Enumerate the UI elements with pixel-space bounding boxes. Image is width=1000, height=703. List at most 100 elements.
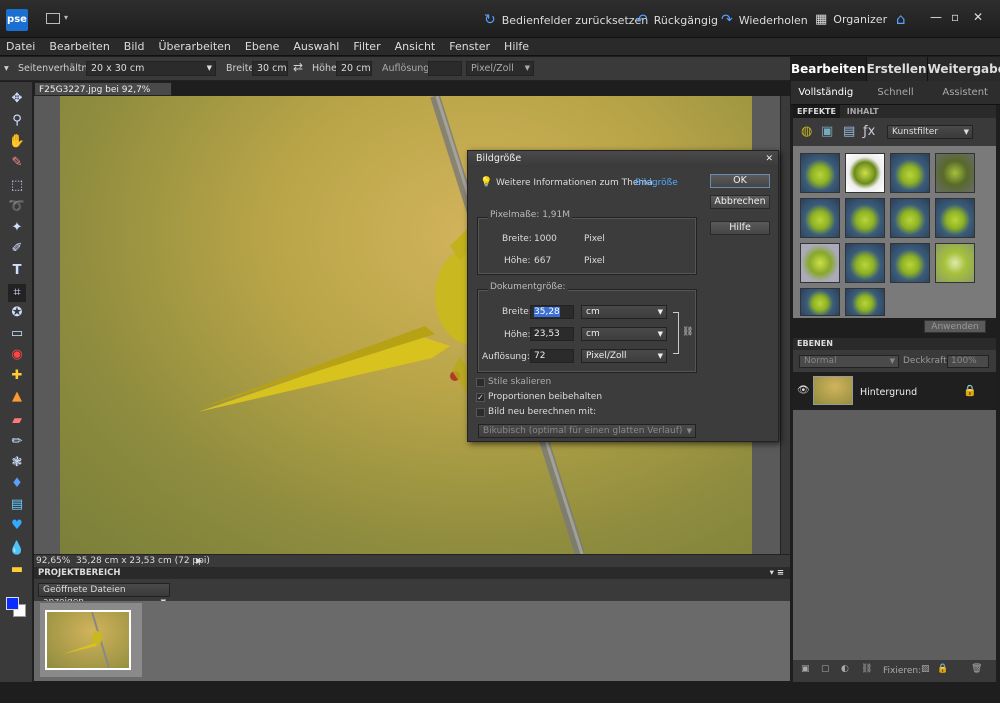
- cookie-cutter-icon[interactable]: ✪: [8, 304, 26, 322]
- menu-item-bild[interactable]: Bild: [124, 40, 145, 53]
- zoom-tool-icon[interactable]: ⚲: [8, 112, 26, 130]
- paint-bucket-icon[interactable]: ♦: [8, 475, 26, 493]
- ok-button[interactable]: OK: [710, 174, 770, 188]
- minimize-icon[interactable]: —: [930, 10, 942, 24]
- project-filter-select[interactable]: Geöffnete Dateien anzeigen ▼: [38, 583, 170, 607]
- apply-effect-button[interactable]: Anwenden: [924, 320, 986, 333]
- move-tool-icon[interactable]: ✥: [8, 90, 26, 108]
- effect-thumbnail[interactable]: [800, 288, 840, 316]
- resolution-input[interactable]: [428, 61, 462, 76]
- eyedropper-tool-icon[interactable]: ✎: [8, 154, 26, 172]
- constrain-proportions-checkbox[interactable]: ✓: [476, 393, 485, 402]
- layer-row[interactable]: 👁 Hintergrund 🔒: [793, 372, 996, 410]
- play-icon[interactable]: ▶: [196, 555, 202, 567]
- filters-icon[interactable]: ◍: [801, 124, 812, 139]
- resample-checkbox[interactable]: [476, 408, 485, 417]
- undo-button[interactable]: ↶ Rückgängig: [636, 12, 718, 28]
- new-group-icon[interactable]: ▢: [821, 664, 830, 674]
- info-link[interactable]: Bildgröße: [635, 178, 678, 188]
- panel-menu-icon[interactable]: ▾ ≡: [770, 567, 784, 579]
- red-eye-tool-icon[interactable]: ◉: [8, 346, 26, 364]
- doc-resolution-input[interactable]: 72: [530, 349, 574, 363]
- eye-icon[interactable]: 👁: [797, 385, 810, 396]
- effect-thumbnail[interactable]: [935, 153, 975, 193]
- doc-height-input[interactable]: 23,53: [530, 327, 574, 341]
- canvas-vertical-scrollbar[interactable]: [780, 96, 790, 554]
- layout-icon[interactable]: [46, 13, 60, 24]
- lock-all-icon[interactable]: 🔒: [937, 664, 948, 674]
- help-button[interactable]: Hilfe: [710, 221, 770, 235]
- tab-bearbeiten[interactable]: Bearbeiten: [791, 57, 867, 81]
- tab-inhalt[interactable]: INHALT: [843, 107, 883, 116]
- resolution-unit-select[interactable]: Pixel/Zoll ▼: [466, 61, 534, 76]
- marquee-tool-icon[interactable]: ⬚: [8, 177, 26, 195]
- gradient-tool-icon[interactable]: ▤: [8, 496, 26, 514]
- width-input[interactable]: 30 cm: [252, 61, 288, 76]
- chevron-down-icon[interactable]: ▾: [64, 13, 68, 22]
- eraser-tool-icon[interactable]: ▰: [8, 412, 26, 430]
- straighten-tool-icon[interactable]: ▭: [8, 325, 26, 343]
- effect-thumbnail[interactable]: [935, 198, 975, 238]
- tab-effekte[interactable]: EFFEKTE: [793, 105, 840, 118]
- crop-tool-icon[interactable]: ⌗: [8, 284, 26, 302]
- opacity-input[interactable]: 100%: [947, 355, 989, 368]
- scale-styles-checkbox[interactable]: [476, 378, 485, 387]
- photo-effects-icon[interactable]: ▤: [843, 124, 855, 139]
- doc-width-unit-select[interactable]: cm ▼: [581, 305, 667, 319]
- options-menu-icon[interactable]: ▾: [4, 63, 9, 74]
- effect-thumbnail[interactable]: [845, 198, 885, 238]
- tab-assistent[interactable]: Assistent: [930, 81, 1000, 104]
- lock-pixels-icon[interactable]: ▨: [921, 664, 930, 674]
- effect-thumbnail[interactable]: [890, 243, 930, 283]
- foreground-color-swatch[interactable]: [6, 597, 19, 610]
- menu-item-ueberarbeiten[interactable]: Überarbeiten: [158, 40, 230, 53]
- link-icon[interactable]: ⛓: [861, 664, 872, 674]
- menu-item-bearbeiten[interactable]: Bearbeiten: [49, 40, 109, 53]
- menu-item-fenster[interactable]: Fenster: [449, 40, 490, 53]
- brush-tool-icon[interactable]: ✏: [8, 433, 26, 451]
- menu-item-datei[interactable]: Datei: [6, 40, 35, 53]
- effect-thumbnail[interactable]: [845, 243, 885, 283]
- clone-stamp-icon[interactable]: ▲: [8, 388, 26, 406]
- blend-mode-select[interactable]: Normal ▼: [799, 355, 899, 368]
- healing-brush-icon[interactable]: ✚: [8, 367, 26, 385]
- menu-item-ansicht[interactable]: Ansicht: [395, 40, 436, 53]
- doc-height-unit-select[interactable]: cm ▼: [581, 327, 667, 341]
- tab-erstellen[interactable]: Erstellen: [867, 57, 928, 81]
- effect-thumbnail[interactable]: [935, 243, 975, 283]
- layer-styles-icon[interactable]: ▣: [821, 124, 833, 139]
- text-tool-icon[interactable]: T: [8, 262, 26, 280]
- resample-method-select[interactable]: Bikubisch (optimal für einen glatten Ver…: [478, 424, 696, 438]
- effect-thumbnail[interactable]: [890, 198, 930, 238]
- menu-item-filter[interactable]: Filter: [353, 40, 380, 53]
- effect-thumbnail[interactable]: [800, 153, 840, 193]
- effects-category-select[interactable]: Kunstfilter ▼: [887, 125, 973, 139]
- smart-brush-icon[interactable]: ❃: [8, 454, 26, 472]
- maximize-icon[interactable]: ▫: [951, 10, 959, 24]
- reset-panels-button[interactable]: ↻ Bedienfelder zurücksetzen: [484, 12, 648, 28]
- lasso-tool-icon[interactable]: ➰: [8, 198, 26, 216]
- document-thumbnail[interactable]: [45, 610, 131, 670]
- zoom-level[interactable]: 92,65%: [36, 555, 70, 567]
- selection-brush-icon[interactable]: ✐: [8, 240, 26, 258]
- custom-shape-icon[interactable]: ♥: [8, 517, 26, 535]
- tab-schnell[interactable]: Schnell: [861, 81, 931, 104]
- home-icon[interactable]: ⌂: [896, 10, 906, 28]
- tab-weitergabe[interactable]: Weitergabe: [928, 57, 1000, 81]
- aspect-select[interactable]: 20 x 30 cm ▼: [86, 61, 216, 76]
- menu-item-auswahl[interactable]: Auswahl: [293, 40, 339, 53]
- menu-item-hilfe[interactable]: Hilfe: [504, 40, 529, 53]
- effect-thumbnail[interactable]: [800, 198, 840, 238]
- hand-tool-icon[interactable]: ✋: [8, 133, 26, 151]
- trash-icon[interactable]: 🗑: [971, 664, 982, 674]
- tab-vollstaendig[interactable]: Vollständig: [791, 81, 861, 104]
- document-tab[interactable]: F25G3227.jpg bei 92,7% (RGB/8) ✕: [34, 82, 172, 109]
- swap-icon[interactable]: ⇄: [293, 60, 303, 74]
- organizer-button[interactable]: ▦ Organizer: [815, 12, 887, 27]
- effect-thumbnail[interactable]: [890, 153, 930, 193]
- redo-button[interactable]: ↷ Wiederholen: [721, 12, 808, 28]
- effect-thumbnail[interactable]: [800, 243, 840, 283]
- height-input[interactable]: 20 cm: [336, 61, 372, 76]
- doc-resolution-unit-select[interactable]: Pixel/Zoll ▼: [581, 349, 667, 363]
- close-icon[interactable]: ✕: [973, 10, 983, 24]
